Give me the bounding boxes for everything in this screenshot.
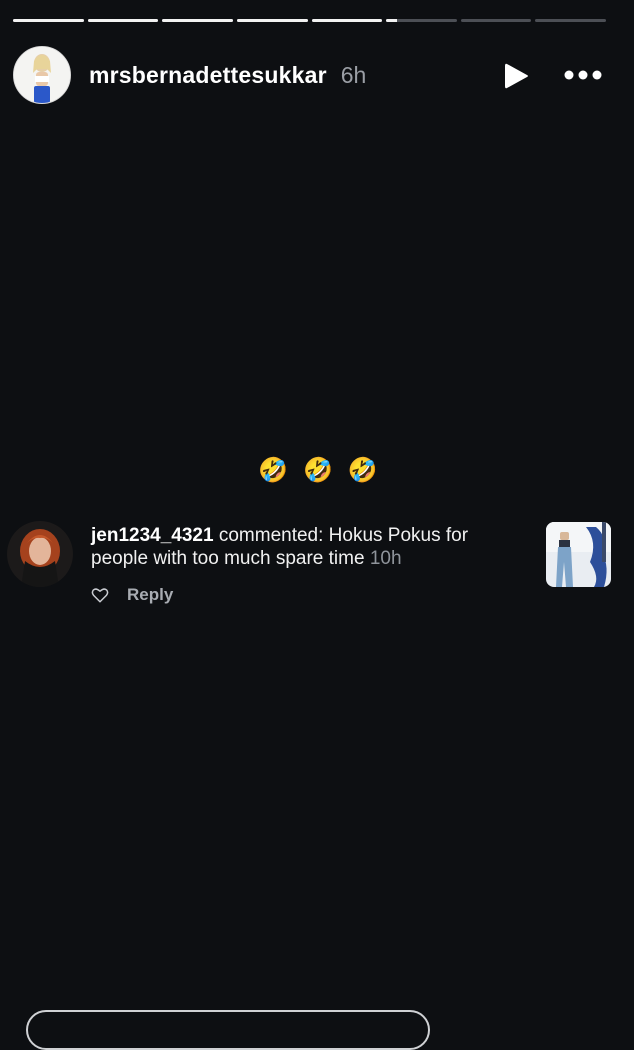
comment-prefix: commented: xyxy=(218,525,324,546)
story-header: mrsbernadettesukkar 6h xyxy=(13,46,621,104)
progress-segment xyxy=(236,19,308,22)
comment-actions: Reply xyxy=(91,585,173,605)
progress-segment xyxy=(460,19,532,22)
story-username[interactable]: mrsbernadettesukkar xyxy=(89,62,327,89)
heart-outline-icon[interactable] xyxy=(91,586,109,604)
more-dots-icon[interactable] xyxy=(564,66,602,84)
comment-body: jen1234_4321 commented: Hokus Pokus for … xyxy=(91,524,511,570)
progress-segment xyxy=(386,19,457,22)
laughing-emoji-icon: 🤣 xyxy=(347,457,384,484)
commenter-avatar[interactable] xyxy=(7,521,73,587)
profile-avatar[interactable] xyxy=(13,46,71,104)
reaction-emojis: 🤣 🤣 🤣 xyxy=(0,456,634,485)
progress-segment xyxy=(162,19,233,22)
story-time: 6h xyxy=(340,61,367,88)
progress-segment xyxy=(87,19,159,22)
progress-segment xyxy=(13,19,84,22)
play-icon[interactable] xyxy=(503,62,529,90)
post-thumbnail[interactable] xyxy=(546,522,611,587)
story-progress-bar xyxy=(13,19,606,23)
commenter-username[interactable]: jen1234_4321 xyxy=(91,525,214,546)
send-message-input[interactable] xyxy=(26,1010,430,1050)
progress-segment xyxy=(535,19,606,22)
comment-time: 10h xyxy=(369,548,402,569)
laughing-emoji-icon: 🤣 xyxy=(303,457,339,484)
progress-segment xyxy=(311,19,383,22)
reply-button[interactable]: Reply xyxy=(127,585,173,605)
laughing-emoji-icon: 🤣 xyxy=(258,457,295,484)
